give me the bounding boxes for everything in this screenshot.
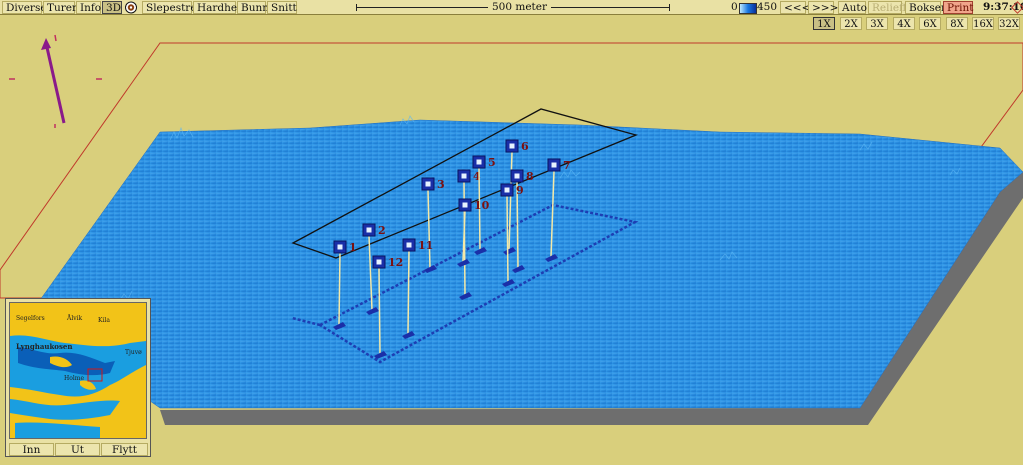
marker-label: 1	[349, 241, 357, 254]
marker-box-center	[504, 187, 510, 193]
zoom-1x[interactable]: 1X	[813, 17, 835, 30]
minimap-place-label: Ålvik	[67, 315, 83, 322]
menu-3d[interactable]: 3D	[102, 1, 122, 14]
menu-diverse[interactable]: Diverse	[2, 1, 47, 14]
marker-box-center	[476, 159, 482, 165]
zoom-6x[interactable]: 6X	[919, 17, 941, 30]
nav-next-button[interactable]: >>>	[808, 1, 838, 14]
3d-view[interactable]: 123456789101112	[0, 0, 1023, 465]
marker-box-center	[366, 227, 372, 233]
marker-box-center	[406, 242, 412, 248]
print-button[interactable]: Print	[943, 1, 973, 14]
zoom-4x[interactable]: 4X	[893, 17, 915, 30]
zoom-out-button[interactable]: Ut	[55, 443, 100, 456]
zoom-3x[interactable]: 3X	[866, 17, 888, 30]
tool-snitt[interactable]: Snitt	[267, 1, 297, 14]
move-button[interactable]: Flytt	[101, 443, 148, 456]
marker-label: 5	[488, 156, 496, 169]
marker-label: 11	[418, 239, 433, 252]
marker-label: 10	[474, 199, 490, 212]
minimap-place-label: Kila	[98, 317, 110, 324]
marker-label: 12	[388, 256, 403, 269]
auto-button[interactable]: Auto	[838, 1, 867, 14]
depth-colorbar	[739, 3, 757, 14]
target-icon[interactable]	[124, 1, 138, 14]
marker-box-center	[551, 162, 557, 168]
minimap-view[interactable]: Segelfors Ålvik Kila Tjuvø Lynghaukosen …	[9, 302, 147, 439]
marker-pole	[506, 195, 509, 283]
compass-icon	[9, 34, 102, 128]
relieff-button[interactable]: Relieff	[868, 1, 907, 14]
nav-prev-button[interactable]: <<<	[780, 1, 810, 14]
zoom-in-button[interactable]: Inn	[9, 443, 54, 456]
tool-bunn[interactable]: Bunn	[237, 1, 269, 14]
marker-box-center	[461, 173, 467, 179]
zoom-32x[interactable]: 32X	[998, 17, 1020, 30]
minimap-place-label: Tjuvø	[125, 349, 142, 356]
marker-box-center	[462, 202, 468, 208]
zoom-2x[interactable]: 2X	[840, 17, 862, 30]
minimap-chart	[10, 303, 146, 438]
toolbar: Diverse Turer Info 3D Slepestrek Hardhet…	[0, 0, 1023, 15]
minimap-place-label: Segelfors	[16, 315, 45, 322]
bokser-button[interactable]: Bokser	[905, 1, 946, 14]
marker-box-center	[514, 173, 520, 179]
marker-box-center	[509, 143, 515, 149]
marker-box-center	[425, 181, 431, 187]
tool-hardhet[interactable]: Hardhet	[193, 1, 241, 14]
marker-label: 3	[437, 178, 445, 191]
menu-turer[interactable]: Turer	[43, 1, 77, 14]
minimap: Segelfors Ålvik Kila Tjuvø Lynghaukosen …	[5, 298, 151, 457]
marker-label: 7	[563, 159, 571, 172]
depth-min: 0	[731, 1, 738, 13]
marker-label: 2	[378, 224, 386, 237]
seabed-surface	[39, 119, 1023, 409]
zoom-16x[interactable]: 16X	[972, 17, 994, 30]
depth-max: 450	[757, 1, 778, 13]
menu-info[interactable]: Info	[76, 1, 101, 14]
marker-label: 6	[521, 140, 529, 153]
marker-label: 8	[526, 170, 534, 183]
zoom-8x[interactable]: 8X	[946, 17, 968, 30]
marker-pole	[407, 250, 410, 335]
marker-pole	[378, 267, 381, 355]
marker-box-center	[376, 259, 382, 265]
marker-pole	[338, 252, 341, 326]
minimap-place-label: Holme	[64, 375, 85, 382]
scale-label: 500 meter	[488, 1, 552, 14]
minimap-place-label: Lynghaukosen	[16, 342, 73, 351]
tool-slepestrek[interactable]: Slepestrek	[142, 1, 203, 14]
marker-box-center	[337, 244, 343, 250]
marker-label: 9	[516, 184, 524, 197]
